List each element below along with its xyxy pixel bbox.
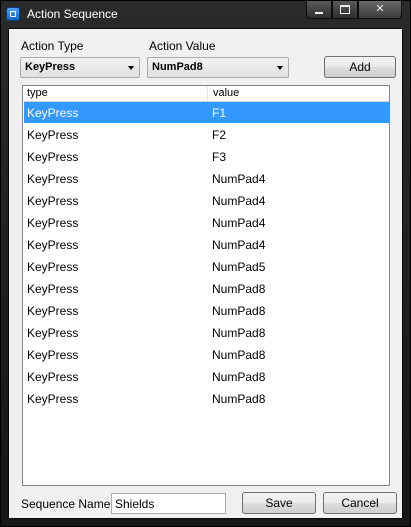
app-window-icon xyxy=(6,7,20,21)
list-item[interactable]: KeyPress NumPad8 xyxy=(24,388,389,409)
list-item-value: NumPad8 xyxy=(212,326,266,340)
chevron-down-icon xyxy=(128,66,134,70)
list-item[interactable]: KeyPress NumPad4 xyxy=(24,168,389,189)
maximize-button[interactable] xyxy=(332,1,358,19)
list-item-value: NumPad8 xyxy=(212,304,266,318)
list-item-value: F3 xyxy=(212,150,227,164)
list-item[interactable]: KeyPress F1 xyxy=(24,102,389,123)
list-item[interactable]: KeyPress NumPad8 xyxy=(24,344,389,365)
list-item-type: KeyPress xyxy=(27,370,79,384)
caption-buttons: ✕ xyxy=(306,1,402,20)
sequence-name-input[interactable]: Shields xyxy=(111,493,226,514)
action-list[interactable]: type value KeyPress F1 KeyPress F2 KeyPress F… xyxy=(22,85,390,486)
minimize-button[interactable] xyxy=(306,1,332,19)
action-value-dropdown[interactable]: NumPad8 xyxy=(147,57,289,78)
list-item[interactable]: KeyPress NumPad4 xyxy=(24,190,389,211)
list-item[interactable]: KeyPress NumPad5 xyxy=(24,256,389,277)
action-value-label: Action Value xyxy=(149,39,216,53)
list-item-type: KeyPress xyxy=(27,304,79,318)
list-item[interactable]: KeyPress NumPad8 xyxy=(24,300,389,321)
cancel-button[interactable]: Cancel xyxy=(323,492,397,514)
column-header-value[interactable]: value xyxy=(213,87,239,99)
chevron-down-icon xyxy=(277,66,283,70)
minimize-icon xyxy=(315,11,323,14)
list-item-type: KeyPress xyxy=(27,150,79,164)
action-value-selected: NumPad8 xyxy=(152,61,203,73)
action-sequence-window: Action Sequence ✕ Action Type Action Val… xyxy=(0,0,411,527)
add-button[interactable]: Add xyxy=(324,56,396,78)
list-item-value: NumPad4 xyxy=(212,194,266,208)
list-item-value: NumPad4 xyxy=(212,238,266,252)
list-item-type: KeyPress xyxy=(27,216,79,230)
sequence-name-label: Sequence Name xyxy=(21,497,111,511)
list-item-value: NumPad8 xyxy=(212,348,266,362)
list-item[interactable]: KeyPress NumPad8 xyxy=(24,278,389,299)
list-item[interactable]: KeyPress NumPad8 xyxy=(24,322,389,343)
save-button[interactable]: Save xyxy=(242,492,316,514)
list-item[interactable]: KeyPress NumPad8 xyxy=(24,366,389,387)
list-item-type: KeyPress xyxy=(27,260,79,274)
list-item-value: NumPad5 xyxy=(212,260,266,274)
list-item-value: NumPad4 xyxy=(212,172,266,186)
action-type-dropdown[interactable]: KeyPress xyxy=(20,57,140,78)
list-item-type: KeyPress xyxy=(27,172,79,186)
list-item-type: KeyPress xyxy=(27,326,79,340)
close-button[interactable]: ✕ xyxy=(358,1,402,19)
list-item-type: KeyPress xyxy=(27,392,79,406)
maximize-icon xyxy=(340,5,350,14)
list-item-value: NumPad8 xyxy=(212,370,266,384)
list-item-value: F1 xyxy=(212,106,227,120)
sequence-name-value: Shields xyxy=(115,497,155,511)
column-divider[interactable] xyxy=(207,86,208,101)
list-item-value: NumPad4 xyxy=(212,216,266,230)
list-item-value: F2 xyxy=(212,128,227,142)
action-type-label: Action Type xyxy=(21,39,84,53)
list-item-type: KeyPress xyxy=(27,128,79,142)
list-item-type: KeyPress xyxy=(27,348,79,362)
title-bar[interactable]: Action Sequence ✕ xyxy=(1,1,410,27)
list-item-type: KeyPress xyxy=(27,238,79,252)
action-type-selected: KeyPress xyxy=(25,61,76,73)
close-icon: ✕ xyxy=(375,3,385,15)
list-item[interactable]: KeyPress NumPad4 xyxy=(24,212,389,233)
list-item[interactable]: KeyPress NumPad4 xyxy=(24,234,389,255)
dialog-client-area: Action Type Action Value KeyPress NumPad… xyxy=(8,28,403,519)
list-item-type: KeyPress xyxy=(27,194,79,208)
window-title: Action Sequence xyxy=(27,7,118,21)
list-item-type: KeyPress xyxy=(27,106,79,120)
list-item[interactable]: KeyPress F2 xyxy=(24,124,389,145)
list-item-value: NumPad8 xyxy=(212,282,266,296)
list-item-value: NumPad8 xyxy=(212,392,266,406)
column-header-type[interactable]: type xyxy=(27,87,48,99)
list-item[interactable]: KeyPress F3 xyxy=(24,146,389,167)
list-item-type: KeyPress xyxy=(27,282,79,296)
list-header: type value xyxy=(23,86,389,102)
